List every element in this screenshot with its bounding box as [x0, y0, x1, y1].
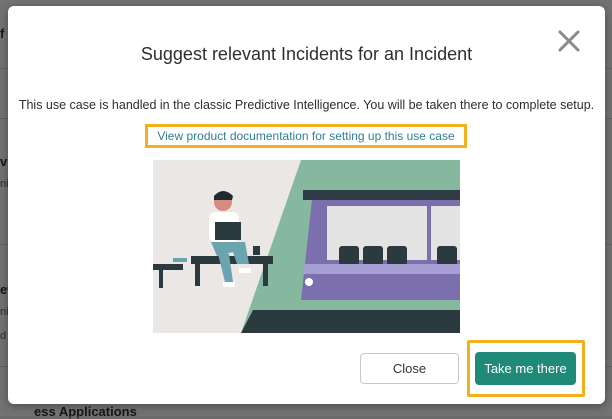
modal-message: This use case is handled in the classic …: [18, 98, 595, 112]
documentation-link[interactable]: View product documentation for setting u…: [145, 124, 467, 148]
illustration-image: [153, 160, 460, 333]
take-me-there-button[interactable]: Take me there: [475, 352, 576, 385]
close-x-icon[interactable]: [556, 28, 582, 54]
modal-title: Suggest relevant Incidents for an Incide…: [140, 44, 473, 64]
modal-dialog: Suggest relevant Incidents for an Incide…: [8, 6, 605, 404]
close-button[interactable]: Close: [360, 353, 459, 384]
